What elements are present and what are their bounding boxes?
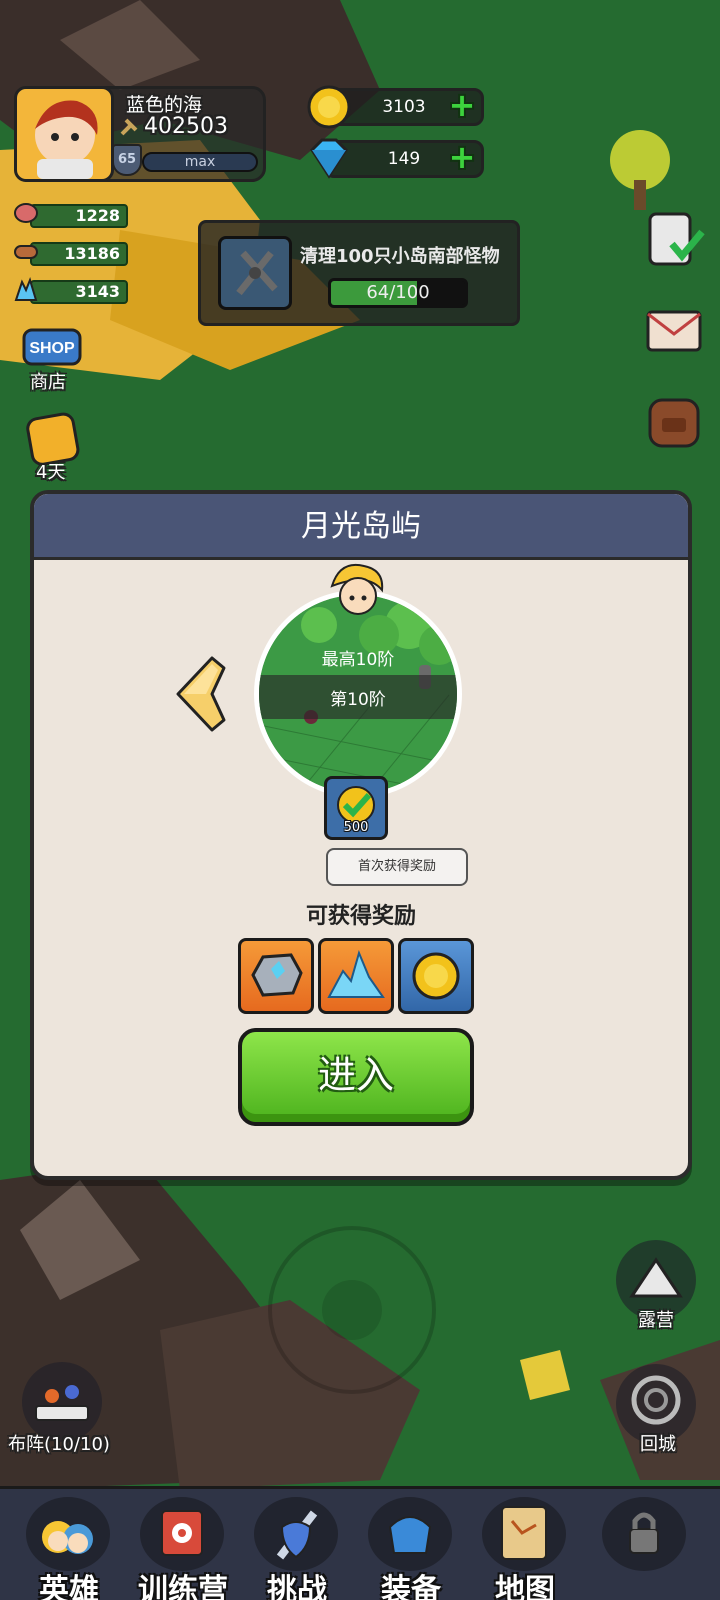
diamond-icon — [304, 136, 354, 182]
first-clear-reward-label: 首次获得奖励 — [326, 848, 468, 886]
chevron-left-icon — [176, 656, 226, 732]
nav-map-label: 地图 — [495, 1573, 555, 1600]
meat-icon — [12, 200, 40, 228]
locked-icon — [602, 1497, 686, 1571]
crystal-resource-bar: 3143 — [30, 280, 128, 304]
reward-stone[interactable] — [238, 938, 314, 1014]
stage-preview[interactable]: 最高10阶 第10阶 — [254, 590, 462, 798]
rewards-title: 可获得奖励 — [305, 904, 416, 929]
hero-portrait-icon — [35, 100, 98, 179]
equipment-icon — [368, 1497, 452, 1571]
quest-icon — [218, 236, 292, 310]
shop-label: 商店 — [30, 372, 66, 393]
map-icon — [482, 1497, 566, 1571]
current-stage-label: 第10阶 — [330, 690, 386, 710]
player-level-badge: 65 — [112, 144, 142, 176]
nav-heroes-label: 英雄 — [39, 1573, 99, 1600]
mail-icon[interactable] — [642, 296, 706, 360]
nav-map[interactable]: 地图 — [468, 1489, 582, 1600]
gem-amount: 149 — [387, 149, 421, 169]
heroes-icon — [26, 1497, 110, 1571]
reward-crystal[interactable] — [318, 938, 394, 1014]
power-icon — [120, 118, 138, 136]
wood-resource-bar: 13186 — [30, 242, 128, 266]
backpack-icon[interactable] — [642, 388, 706, 452]
training-icon — [140, 1497, 224, 1571]
nav-challenge[interactable]: 挑战 — [240, 1489, 354, 1600]
tent-icon — [629, 1257, 683, 1298]
add-gold-button[interactable]: + — [446, 89, 478, 122]
formation-label: 布阵(10/10) — [8, 1434, 110, 1455]
camp-label: 露营 — [638, 1310, 674, 1331]
enter-button[interactable]: 进入 — [238, 1028, 474, 1126]
nav-heroes[interactable]: 英雄 — [12, 1489, 126, 1600]
sword-shield-icon — [254, 1497, 338, 1571]
portal-icon — [631, 1375, 681, 1425]
quest-title: 清理100只小岛南部怪物 — [300, 246, 500, 267]
dialog-title: 月光岛屿 — [301, 509, 421, 544]
gold-coin-icon — [412, 952, 460, 1000]
meat-resource-bar: 1228 — [30, 204, 128, 228]
gold-amount: 3103 — [382, 97, 426, 117]
player-exp-bar: max — [142, 152, 258, 172]
player-avatar[interactable] — [14, 86, 114, 182]
pass-days-label: 4天 — [36, 462, 66, 483]
player-power: 402503 — [144, 114, 228, 139]
return-town-label: 回城 — [640, 1434, 676, 1455]
bottom-navigation: 英雄 训练营 挑战 装备 地图 — [0, 1486, 720, 1600]
wood-icon — [12, 238, 40, 266]
crystal-icon — [12, 276, 40, 304]
reward-gold[interactable] — [398, 938, 474, 1014]
first-clear-reward-count: 500 — [343, 820, 369, 835]
nav-training[interactable]: 训练营 — [126, 1489, 240, 1600]
quest-progress-label: 64/100 — [366, 282, 430, 303]
previous-stage-arrow[interactable] — [172, 654, 230, 734]
stone-icon — [251, 953, 303, 997]
add-gems-button[interactable]: + — [446, 141, 478, 174]
nav-equipment[interactable]: 装备 — [354, 1489, 468, 1600]
svg-text:SHOP: SHOP — [29, 340, 75, 357]
gold-coin-icon — [306, 84, 352, 130]
nav-training-label: 训练营 — [138, 1573, 228, 1600]
game-scene: 蓝色的海 402503 65 max 3103 + 149 + 1228 131… — [0, 0, 720, 1600]
task-checklist-icon[interactable] — [642, 206, 706, 270]
player-name: 蓝色的海 — [126, 94, 203, 116]
crystal-pile-icon — [327, 949, 385, 998]
nav-equipment-label: 装备 — [381, 1573, 441, 1600]
hero-marker-icon — [324, 560, 388, 620]
chess-pieces-icon — [35, 1385, 89, 1421]
stage-select-dialog: 月光岛屿 最高10阶 第10阶 500 首次获得奖励 可获得奖励 进入 — [30, 490, 692, 1180]
max-stage-label: 最高10阶 — [321, 650, 395, 670]
nav-challenge-label: 挑战 — [267, 1573, 327, 1600]
nav-locked[interactable] — [588, 1489, 702, 1600]
